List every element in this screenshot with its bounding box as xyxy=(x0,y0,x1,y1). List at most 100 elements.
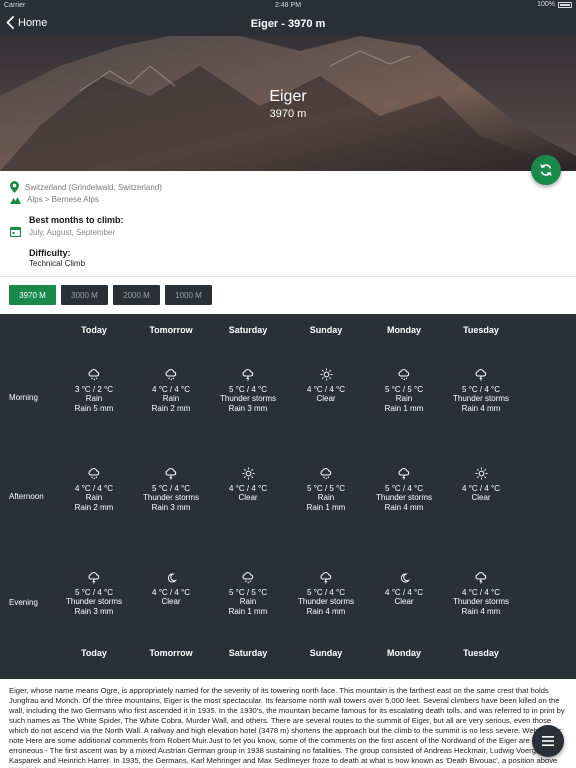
forecast-cell: 4 °C / 4 °C Clear xyxy=(131,571,211,607)
day-header-saturday: Saturday xyxy=(228,648,268,658)
sun-icon xyxy=(208,467,288,483)
difficulty-label: Difficulty: xyxy=(29,248,71,258)
temperature: 4 °C / 4 °C xyxy=(307,384,345,394)
day-header-sunday: Sunday xyxy=(309,648,343,658)
temperature: 4 °C / 4 °C xyxy=(152,384,190,394)
precipitation: Rain 3 mm xyxy=(74,606,114,616)
mountain-info: Switzerland (Grindelwald, Switzerland) A… xyxy=(0,171,576,277)
calendar-icon xyxy=(10,226,21,237)
precipitation: Rain 1 mm xyxy=(228,606,268,616)
page-title: Eiger - 3970 m xyxy=(250,18,326,30)
location-text: Switzerland (Grindelwald, Switzerland) xyxy=(25,182,162,192)
temperature: 3 °C / 2 °C xyxy=(75,384,113,394)
forecast-cell: 5 °C / 4 °C Thunder storms Rain 3 mm xyxy=(208,368,288,413)
location-row: Switzerland (Grindelwald, Switzerland) xyxy=(10,181,162,193)
precipitation: Rain 3 mm xyxy=(228,403,268,413)
tab-3000m[interactable]: 3000 M xyxy=(61,285,108,305)
forecast-cell: 5 °C / 4 °C Thunder storms Rain 3 mm xyxy=(54,571,134,616)
temperature: 5 °C / 5 °C xyxy=(307,483,345,493)
range-text: Alps > Bernese Alps xyxy=(27,195,99,204)
period-label-morning: Morning xyxy=(9,393,38,402)
condition: Thunder storms xyxy=(375,493,433,502)
battery-percent: 100% xyxy=(537,1,555,8)
snow-cloud-icon xyxy=(131,368,211,384)
condition: Rain xyxy=(162,394,180,403)
temperature: 5 °C / 4 °C xyxy=(75,587,113,597)
precipitation: Rain 4 mm xyxy=(461,403,501,413)
back-label: Home xyxy=(18,16,48,29)
temperature: 4 °C / 4 °C xyxy=(152,587,190,597)
mountain-hero-image: Eiger 3970 m xyxy=(0,36,576,171)
snow-cloud-icon xyxy=(54,368,134,384)
forecast-cell: 4 °C / 4 °C Clear xyxy=(441,467,521,503)
thunder-cloud-icon xyxy=(364,467,444,483)
forecast-cell: 4 °C / 4 °C Clear xyxy=(286,368,366,404)
mountain-description: Eiger, whose name means Ogre, is appropr… xyxy=(9,686,565,768)
mountain-icon xyxy=(10,196,21,204)
temperature: 4 °C / 4 °C xyxy=(229,483,267,493)
precipitation: Rain 2 mm xyxy=(151,403,191,413)
day-header-sunday: Sunday xyxy=(309,325,343,335)
precipitation: Rain 1 mm xyxy=(306,502,346,512)
period-label-evening: Evening xyxy=(9,598,38,607)
thunder-cloud-icon xyxy=(54,571,134,587)
temperature: 5 °C / 4 °C xyxy=(385,483,423,493)
day-header-tomorrow: Tomorrow xyxy=(149,648,193,658)
condition: Rain xyxy=(85,493,103,502)
condition: Clear xyxy=(161,597,181,606)
temperature: 4 °C / 4 °C xyxy=(462,483,500,493)
elevation-tabs: 3970 M 3000 M 2000 M 1000 M xyxy=(0,278,576,314)
condition: Rain xyxy=(317,493,335,502)
temperature: 5 °C / 4 °C xyxy=(229,384,267,394)
sun-icon xyxy=(441,467,521,483)
tab-3970m[interactable]: 3970 M xyxy=(9,285,56,305)
tab-1000m[interactable]: 1000 M xyxy=(165,285,212,305)
refresh-button[interactable] xyxy=(531,155,561,185)
day-header-tuesday: Tuesday xyxy=(463,648,499,658)
temperature: 4 °C / 4 °C xyxy=(385,587,423,597)
temperature: 5 °C / 5 °C xyxy=(229,587,267,597)
temperature: 5 °C / 5 °C xyxy=(385,384,423,394)
day-header-tuesday: Tuesday xyxy=(463,325,499,335)
forecast-cell: 4 °C / 4 °C Rain Rain 2 mm xyxy=(131,368,211,413)
snow-cloud-icon xyxy=(364,368,444,384)
day-header-saturday: Saturday xyxy=(228,325,268,335)
thunder-cloud-icon xyxy=(131,467,211,483)
forecast-cell: 5 °C / 4 °C Thunder storms Rain 4 mm xyxy=(441,368,521,413)
day-header-tomorrow: Tomorrow xyxy=(149,325,193,335)
best-months-value: July, August, September xyxy=(29,228,116,237)
precipitation: Rain 4 mm xyxy=(461,606,501,616)
menu-button[interactable] xyxy=(532,725,564,757)
tab-2000m[interactable]: 2000 M xyxy=(113,285,160,305)
temperature: 4 °C / 4 °C xyxy=(75,483,113,493)
condition: Clear xyxy=(394,597,414,606)
difficulty-value: Technical Climb xyxy=(29,259,86,268)
period-label-afternoon: Afternoon xyxy=(9,492,44,501)
forecast-cell: 4 °C / 4 °C Rain Rain 2 mm xyxy=(54,467,134,512)
precipitation: Rain 5 mm xyxy=(74,403,114,413)
condition: Clear xyxy=(471,493,491,502)
moon-icon xyxy=(131,571,211,587)
precipitation: Rain 4 mm xyxy=(384,502,424,512)
best-months-label: Best months to climb: xyxy=(29,215,124,225)
thunder-cloud-icon xyxy=(286,571,366,587)
thunder-cloud-icon xyxy=(441,571,521,587)
map-pin-icon xyxy=(10,181,19,193)
forecast-cell: 4 °C / 4 °C Clear xyxy=(208,467,288,503)
sun-icon xyxy=(286,368,366,384)
thunder-cloud-icon xyxy=(208,368,288,384)
thunder-cloud-icon xyxy=(441,368,521,384)
temperature: 4 °C / 4 °C xyxy=(462,587,500,597)
forecast-cell: 5 °C / 5 °C Rain Rain 1 mm xyxy=(364,368,444,413)
day-header-monday: Monday xyxy=(386,325,421,335)
back-button[interactable]: Home xyxy=(6,16,47,29)
precipitation: Rain 1 mm xyxy=(384,403,424,413)
temperature: 5 °C / 4 °C xyxy=(307,587,345,597)
day-header-today: Today xyxy=(81,325,107,335)
day-header-today: Today xyxy=(81,648,107,658)
forecast-cell: 5 °C / 4 °C Thunder storms Rain 4 mm xyxy=(286,571,366,616)
forecast-grid: Today Today Tomorrow Tomorrow Saturday Saturd… xyxy=(0,314,576,679)
battery-icon xyxy=(558,1,572,8)
snow-cloud-icon xyxy=(208,571,288,587)
forecast-cell: 5 °C / 5 °C Rain Rain 1 mm xyxy=(286,467,366,512)
